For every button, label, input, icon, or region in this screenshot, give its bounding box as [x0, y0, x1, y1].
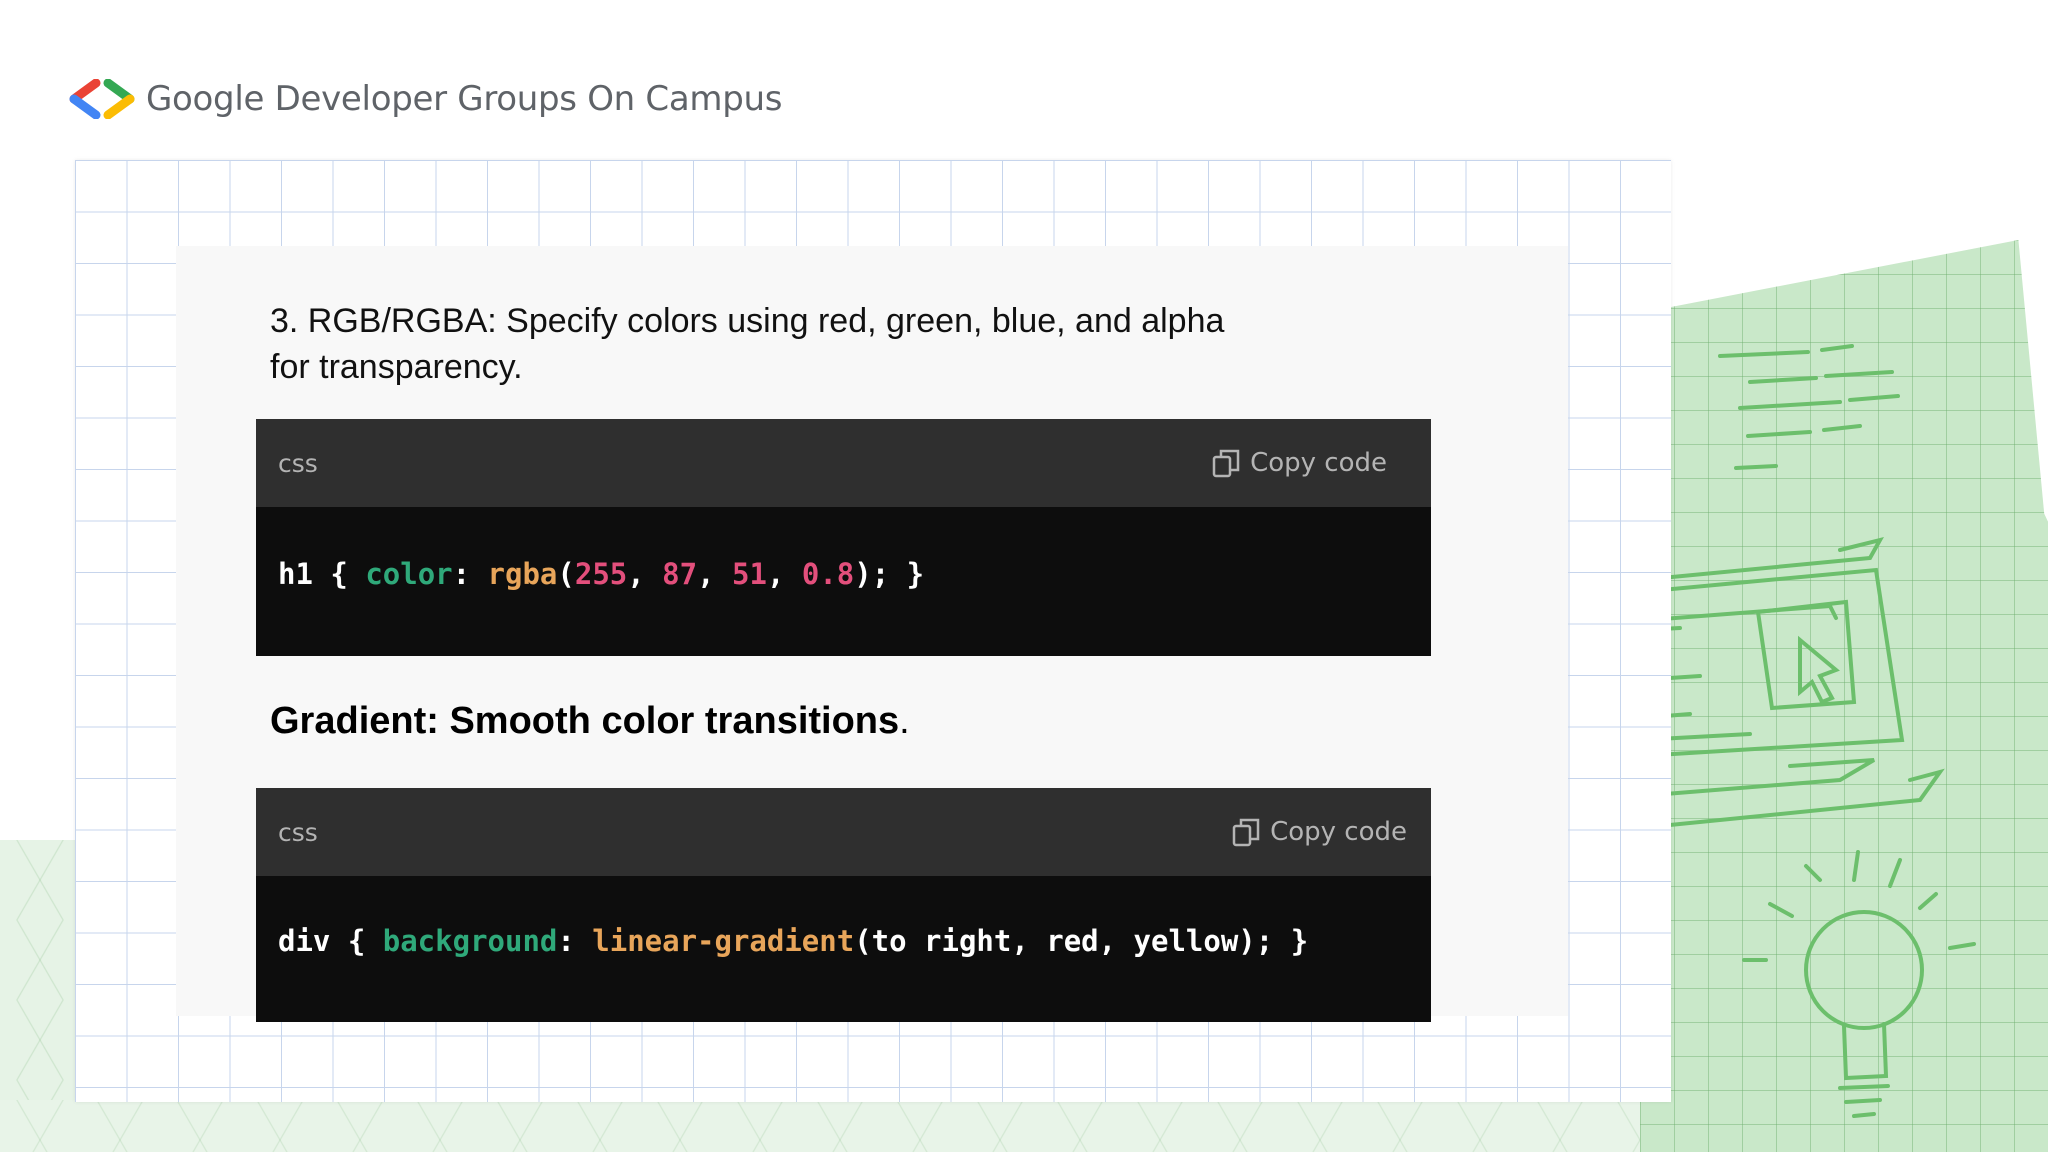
code-selector: div {	[278, 924, 383, 958]
code-block-rgba: css Copy code h1 { color: rgba(255, 87, …	[256, 419, 1431, 656]
copy-icon	[1212, 449, 1240, 478]
code-number: 0.8	[801, 557, 855, 591]
gradient-heading-period: .	[899, 700, 910, 742]
code-comma: ,	[627, 557, 663, 591]
code-line: h1 { color: rgba(255, 87, 51, 0.8); }	[256, 507, 1431, 591]
code-number: 51	[732, 557, 767, 591]
code-property: background	[382, 924, 558, 958]
copy-icon	[1232, 818, 1260, 847]
code-block-gradient: css Copy code div { background: linear-g…	[256, 788, 1431, 1022]
header: Google Developer Groups On Campus	[66, 74, 782, 124]
code-comma: ,	[766, 557, 802, 591]
code-arguments: (to right, red, yellow); }	[854, 924, 1309, 958]
code-language-label: css	[278, 817, 318, 847]
code-language-label: css	[278, 448, 318, 478]
gradient-heading: Gradient: Smooth color transitions.	[270, 700, 910, 743]
code-block-header: css Copy code	[256, 788, 1431, 876]
code-block-header: css Copy code	[256, 419, 1431, 507]
code-selector: h1 {	[278, 557, 366, 591]
code-property: color	[365, 557, 453, 591]
brand-title: Google Developer Groups On Campus	[146, 79, 783, 119]
gdg-logo-icon	[69, 79, 135, 119]
gradient-heading-text: Gradient: Smooth color transitions	[270, 700, 900, 742]
rgb-description-text: 3. RGB/RGBA: Specify colors using red, g…	[270, 302, 1225, 386]
code-colon: :	[557, 924, 593, 958]
copy-code-label: Copy code	[1270, 817, 1407, 847]
laptop-lightbulb-sketch-illustration	[1640, 344, 1976, 1118]
copy-code-label: Copy code	[1250, 448, 1387, 478]
code-function: linear-gradient	[592, 924, 855, 958]
code-number: 87	[662, 557, 698, 591]
copy-code-button[interactable]: Copy code	[1212, 448, 1387, 478]
code-function: rgba	[487, 557, 558, 591]
code-paren-close: ); }	[854, 557, 925, 591]
copy-code-button[interactable]: Copy code	[1232, 817, 1407, 847]
code-colon: :	[452, 557, 488, 591]
code-number: 255	[574, 557, 628, 591]
code-line: div { background: linear-gradient(to rig…	[256, 876, 1431, 958]
code-comma: ,	[697, 557, 733, 591]
code-paren-open: (	[557, 557, 575, 591]
